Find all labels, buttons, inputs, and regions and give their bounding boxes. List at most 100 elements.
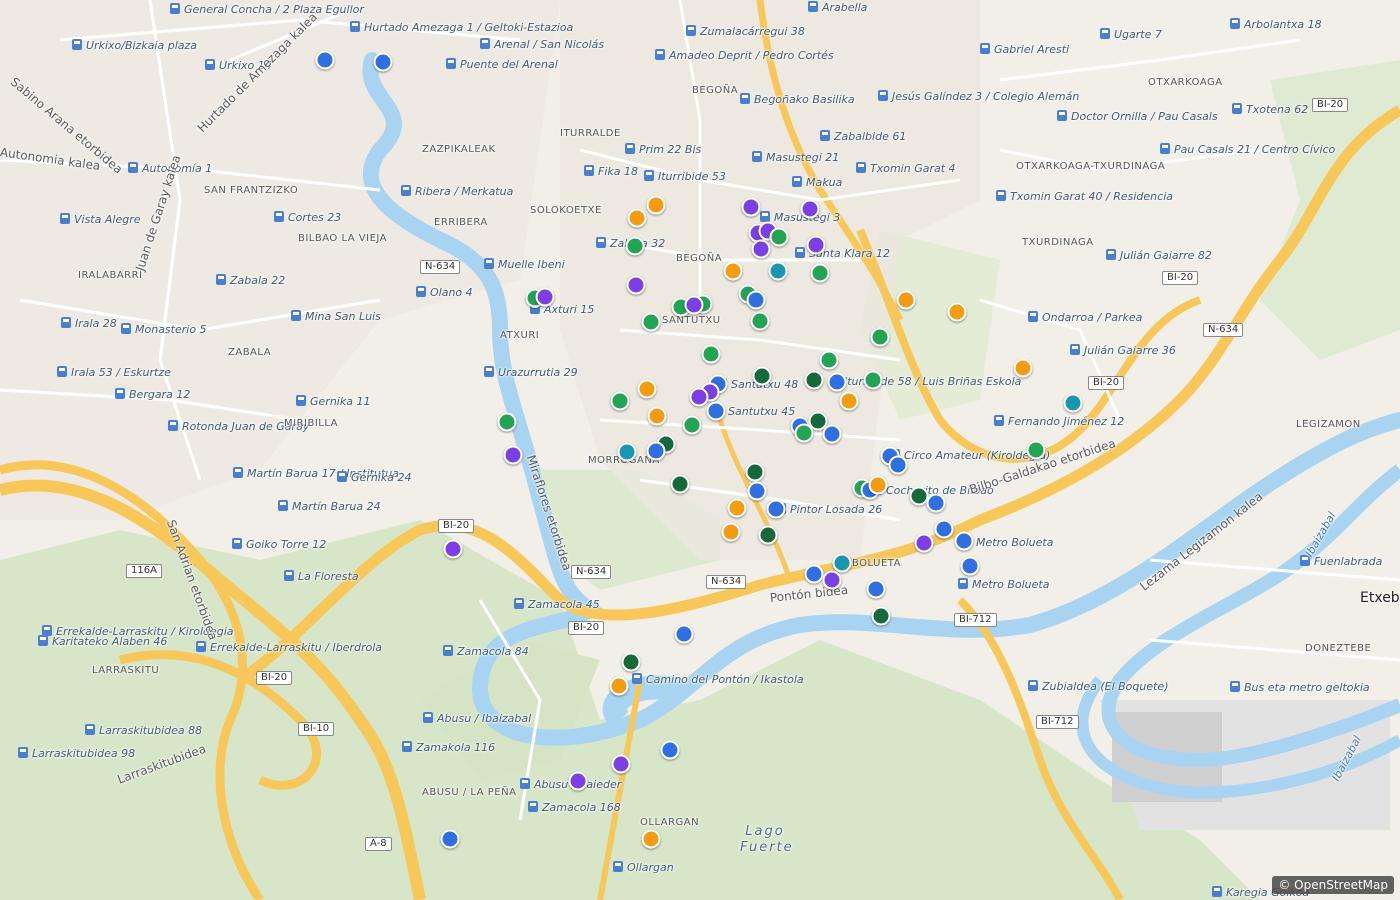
poi-marker-orange[interactable] xyxy=(727,498,747,518)
poi-marker-blue[interactable] xyxy=(822,424,842,444)
road-shield: BI-712 xyxy=(1036,715,1079,729)
poi-marker-green[interactable] xyxy=(701,344,721,364)
bus-stop-label: Bergara 12 xyxy=(115,388,190,401)
poi-marker-purple[interactable] xyxy=(503,445,523,465)
poi-marker-dark-green[interactable] xyxy=(621,652,641,672)
bus-stop-icon xyxy=(72,39,82,50)
poi-marker-blue[interactable] xyxy=(827,372,847,392)
poi-marker-green[interactable] xyxy=(863,370,883,390)
osm-attribution[interactable]: © OpenStreetMap xyxy=(1272,876,1394,894)
poi-marker-orange[interactable] xyxy=(647,406,667,426)
bus-stop-label: Zamacola 84 xyxy=(443,645,529,658)
poi-marker-blue[interactable] xyxy=(934,519,954,539)
poi-marker-blue[interactable] xyxy=(706,401,726,421)
poi-marker-green[interactable] xyxy=(1026,440,1046,460)
poi-marker-orange[interactable] xyxy=(641,829,661,849)
poi-marker-orange[interactable] xyxy=(609,676,629,696)
road-shield: BI-20 xyxy=(1162,271,1199,285)
poi-marker-purple[interactable] xyxy=(611,754,631,774)
poi-marker-blue[interactable] xyxy=(373,52,393,72)
poi-marker-blue[interactable] xyxy=(746,290,766,310)
poi-marker-blue[interactable] xyxy=(646,441,666,461)
poi-marker-green[interactable] xyxy=(497,412,517,432)
poi-marker-orange[interactable] xyxy=(646,195,666,215)
bus-stop-label: Karitateko Alaben 46 xyxy=(38,635,167,648)
bus-stop-icon xyxy=(1028,680,1038,691)
poi-marker-green[interactable] xyxy=(870,327,890,347)
district-label: OTXARKOAGA xyxy=(1148,77,1223,88)
poi-marker-purple[interactable] xyxy=(806,235,826,255)
poi-marker-purple[interactable] xyxy=(535,287,555,307)
poi-marker-dark-green[interactable] xyxy=(871,606,891,626)
poi-marker-purple[interactable] xyxy=(443,539,463,559)
poi-marker-orange[interactable] xyxy=(1013,358,1033,378)
poi-marker-orange[interactable] xyxy=(723,261,743,281)
poi-marker-blue[interactable] xyxy=(766,499,786,519)
poi-marker-dark-green[interactable] xyxy=(670,474,690,494)
poi-marker-green[interactable] xyxy=(682,415,702,435)
poi-marker-green[interactable] xyxy=(625,236,645,256)
poi-marker-green[interactable] xyxy=(610,391,630,411)
map-canvas[interactable]: General Concha / 2 Plaza Egullor Hurtado … xyxy=(0,0,1400,900)
poi-marker-dark-green[interactable] xyxy=(804,370,824,390)
bus-stop-name: Arbolantxa 18 xyxy=(1244,18,1322,31)
poi-marker-blue[interactable] xyxy=(866,579,886,599)
poi-marker-green[interactable] xyxy=(769,227,789,247)
poi-marker-purple[interactable] xyxy=(741,197,761,217)
poi-marker-blue[interactable] xyxy=(960,556,980,576)
poi-marker-blue[interactable] xyxy=(888,455,908,475)
poi-marker-blue[interactable] xyxy=(954,531,974,551)
bus-stop-icon xyxy=(980,43,990,54)
poi-marker-dark-green[interactable] xyxy=(752,366,772,386)
bus-stop-label: Metro Bolueta xyxy=(958,578,1049,591)
bus-stop-icon xyxy=(278,500,288,511)
poi-marker-purple[interactable] xyxy=(626,275,646,295)
poi-marker-purple[interactable] xyxy=(568,771,588,791)
poi-marker-green[interactable] xyxy=(750,311,770,331)
poi-marker-blue[interactable] xyxy=(660,740,680,760)
poi-marker-purple[interactable] xyxy=(684,295,704,315)
poi-marker-purple[interactable] xyxy=(689,387,709,407)
poi-marker-green[interactable] xyxy=(794,423,814,443)
poi-marker-teal[interactable] xyxy=(832,553,852,573)
poi-marker-orange[interactable] xyxy=(721,522,741,542)
bus-stop-name: General Concha / 2 Plaza Egullor xyxy=(184,3,364,16)
poi-marker-green[interactable] xyxy=(810,263,830,283)
bus-stop-name: Larraskitubidea 88 xyxy=(99,724,203,737)
poi-marker-orange[interactable] xyxy=(637,379,657,399)
poi-marker-green[interactable] xyxy=(641,312,661,332)
bus-stop-icon xyxy=(337,471,347,482)
district-label: BEGOÑA xyxy=(692,85,739,96)
poi-marker-orange[interactable] xyxy=(627,208,647,228)
district-label: BOLUETA xyxy=(852,558,901,569)
road-shield: BI-20 xyxy=(438,519,475,533)
poi-marker-blue[interactable] xyxy=(315,50,335,70)
district-label: ATXURI xyxy=(500,330,540,341)
bus-stop-label: Camino del Pontón / Ikastola xyxy=(632,673,804,686)
bus-stop-name: Vista Alegre xyxy=(74,213,141,226)
poi-marker-orange[interactable] xyxy=(839,391,859,411)
poi-marker-dark-green[interactable] xyxy=(758,525,778,545)
bus-stop-icon xyxy=(596,237,606,248)
bus-stop-label: Urkixo/Bizkaia plaza xyxy=(72,39,197,52)
poi-marker-purple[interactable] xyxy=(800,199,820,219)
poi-marker-purple[interactable] xyxy=(751,239,771,259)
bus-stop-name: Errekalde-Larraskitu / Iberdrola xyxy=(210,641,382,654)
poi-marker-orange[interactable] xyxy=(868,475,888,495)
poi-marker-blue[interactable] xyxy=(804,564,824,584)
poi-marker-dark-green[interactable] xyxy=(745,462,765,482)
poi-marker-green[interactable] xyxy=(819,350,839,370)
bus-stop-icon xyxy=(443,645,453,656)
poi-marker-teal[interactable] xyxy=(768,261,788,281)
poi-marker-purple[interactable] xyxy=(914,533,934,553)
poi-marker-teal[interactable] xyxy=(1063,393,1083,413)
poi-marker-blue[interactable] xyxy=(747,481,767,501)
poi-marker-orange[interactable] xyxy=(947,302,967,322)
poi-marker-blue[interactable] xyxy=(674,624,694,644)
poi-marker-blue[interactable] xyxy=(440,829,460,849)
bus-stop-name: Gernika 24 xyxy=(351,471,412,484)
poi-marker-blue[interactable] xyxy=(926,493,946,513)
poi-marker-orange[interactable] xyxy=(896,290,916,310)
poi-marker-teal[interactable] xyxy=(617,442,637,462)
poi-marker-purple[interactable] xyxy=(822,570,842,590)
